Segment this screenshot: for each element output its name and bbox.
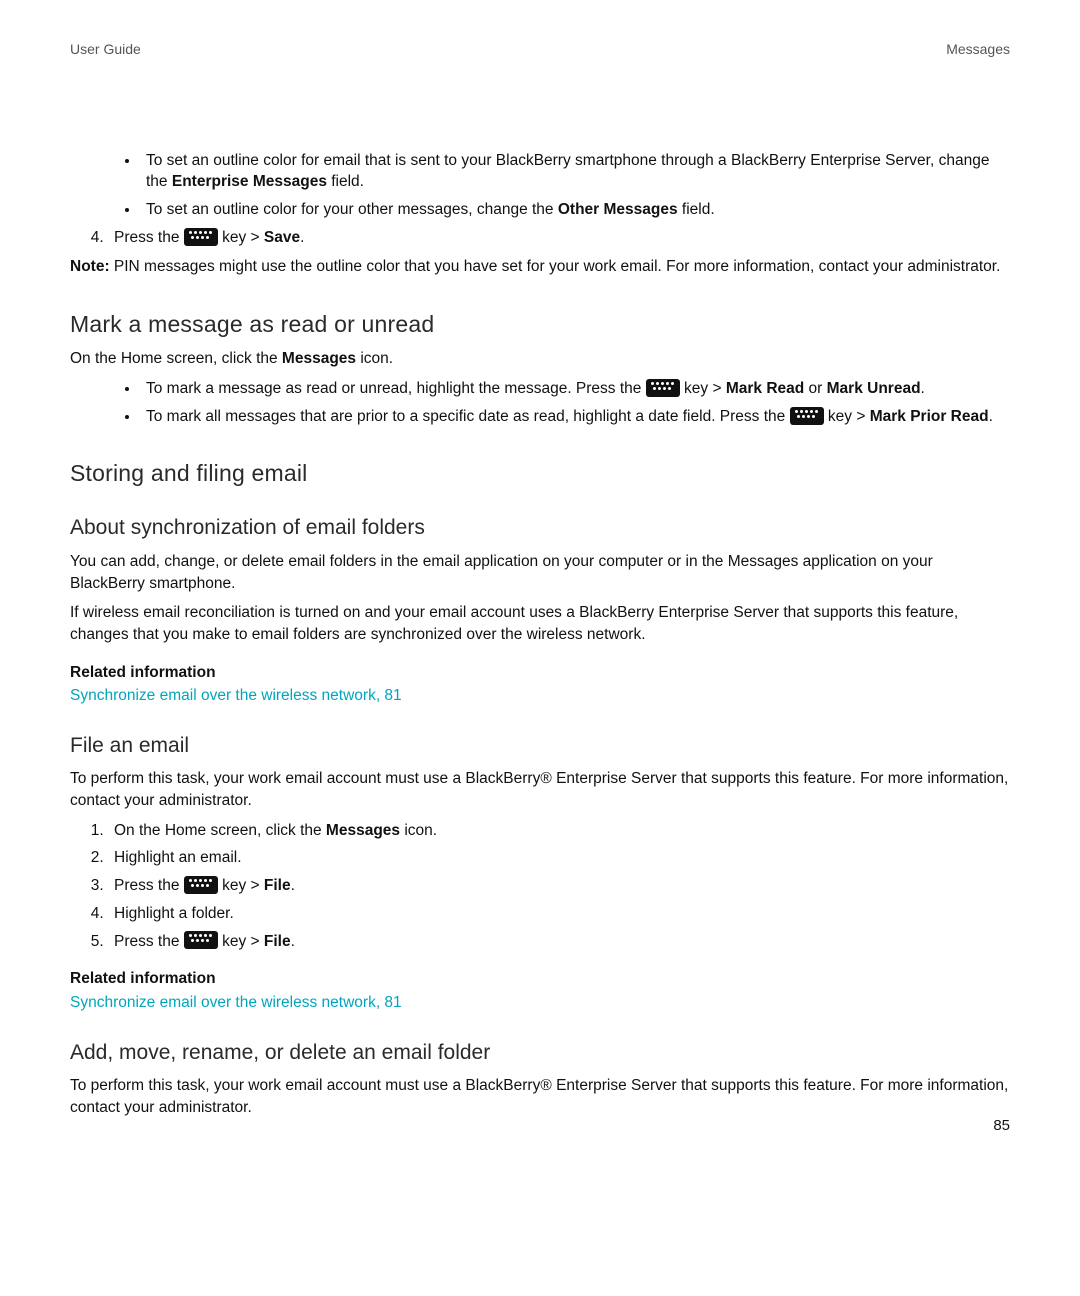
step-item: Press the key > File.: [108, 931, 1010, 953]
related-link-sync-email[interactable]: Synchronize email over the wireless netw…: [70, 992, 1010, 1014]
menu-key-icon: [184, 228, 218, 246]
step-list-continued: Press the key > Save.: [70, 227, 1010, 249]
list-item: To mark all messages that are prior to a…: [140, 406, 1010, 428]
list-item: To mark a message as read or unread, hig…: [140, 378, 1010, 400]
header-left: User Guide: [70, 40, 141, 60]
step-item: Press the key > File.: [108, 875, 1010, 897]
subsection-heading-file-email: File an email: [70, 731, 1010, 760]
note-paragraph: Note: PIN messages might use the outline…: [70, 256, 1010, 278]
paragraph: You can add, change, or delete email fol…: [70, 551, 1010, 594]
header-right: Messages: [946, 40, 1010, 60]
section-heading-mark-message: Mark a message as read or unread: [70, 308, 1010, 340]
related-link-sync-email[interactable]: Synchronize email over the wireless netw…: [70, 685, 1010, 707]
step-item: On the Home screen, click the Messages i…: [108, 820, 1010, 842]
paragraph: If wireless email reconciliation is turn…: [70, 602, 1010, 645]
paragraph: To perform this task, your work email ac…: [70, 1075, 1010, 1118]
paragraph: To perform this task, your work email ac…: [70, 768, 1010, 811]
step-item: Highlight an email.: [108, 847, 1010, 869]
intro-bullet-list: To set an outline color for email that i…: [70, 150, 1010, 221]
subsection-heading-add-move-folder: Add, move, rename, or delete an email fo…: [70, 1038, 1010, 1067]
subsection-heading-about-sync: About synchronization of email folders: [70, 513, 1010, 542]
step-item: Press the key > Save.: [108, 227, 1010, 249]
menu-key-icon: [184, 931, 218, 949]
list-item: To set an outline color for email that i…: [140, 150, 1010, 193]
menu-key-icon: [646, 379, 680, 397]
related-information-heading: Related information: [70, 662, 1010, 684]
page-number: 85: [993, 1115, 1010, 1136]
step-item: Highlight a folder.: [108, 903, 1010, 925]
section-heading-storing-email: Storing and filing email: [70, 457, 1010, 489]
menu-key-icon: [790, 407, 824, 425]
related-information-heading: Related information: [70, 968, 1010, 990]
bullet-list: To mark a message as read or unread, hig…: [70, 378, 1010, 427]
paragraph: On the Home screen, click the Messages i…: [70, 348, 1010, 370]
page-header: User Guide Messages: [70, 40, 1010, 60]
step-list: On the Home screen, click the Messages i…: [70, 820, 1010, 952]
menu-key-icon: [184, 876, 218, 894]
list-item: To set an outline color for your other m…: [140, 199, 1010, 221]
